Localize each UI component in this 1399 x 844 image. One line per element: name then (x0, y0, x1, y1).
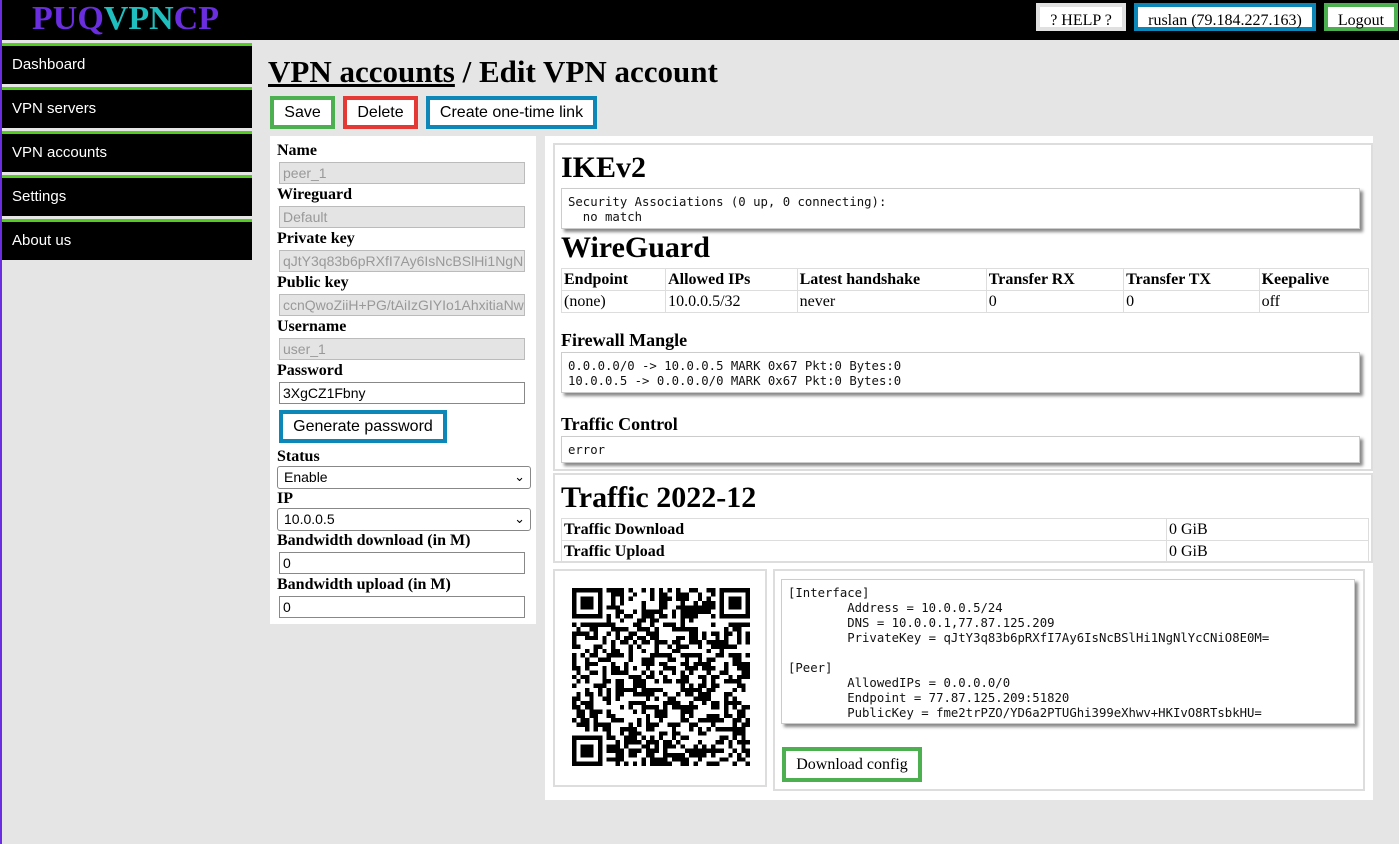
column-header: Latest handshake (796, 268, 987, 291)
user-button[interactable]: ruslan (79.184.227.163) (1134, 3, 1316, 31)
logo[interactable]: PUQVPNCP (32, 0, 219, 38)
column-header: Transfer RX (985, 268, 1125, 291)
bandwidth-upload-field[interactable]: 0 (279, 596, 525, 618)
traffic-download-value: 0 GiB (1166, 518, 1369, 541)
wireguard-table: Endpoint Allowed IPs Latest handshake Tr… (560, 268, 1370, 313)
traffic-control-output: error (561, 436, 1360, 463)
traffic-upload-value: 0 GiB (1166, 540, 1369, 563)
status-label: Status (277, 448, 320, 465)
wireguard-field[interactable]: Default (279, 206, 525, 228)
wireguard-heading: WireGuard (561, 231, 710, 264)
name-field[interactable]: peer_1 (279, 162, 525, 184)
bandwidth-download-field[interactable]: 0 (279, 552, 525, 574)
traffic-download-label: Traffic Download (561, 518, 1167, 541)
table-cell: 10.0.0.5/32 (665, 290, 798, 313)
ikev2-heading: IKEv2 (561, 151, 647, 184)
username-label: Username (277, 318, 347, 335)
create-one-time-link-button[interactable]: Create one-time link (426, 96, 597, 129)
column-header: Keepalive (1258, 268, 1370, 291)
firewall-output: 0.0.0.0/0 -> 10.0.0.5 MARK 0x67 Pkt:0 By… (561, 352, 1360, 393)
sidebar-item-vpn-accounts[interactable]: VPN accounts (2, 131, 252, 172)
sidebar-item-about-us[interactable]: About us (2, 219, 252, 260)
status-select-value: Enable (284, 469, 328, 485)
generate-password-button[interactable]: Generate password (279, 410, 447, 443)
bandwidth-download-label: Bandwidth download (in M) (277, 532, 471, 549)
status-select[interactable]: Enable ⌄ (277, 466, 531, 489)
logo-part2: VPN (103, 0, 174, 37)
table-cell: 0 (985, 290, 1125, 313)
column-header: Allowed IPs (665, 268, 798, 291)
breadcrumb-current: / Edit VPN account (454, 54, 718, 89)
public-key-field[interactable]: ccnQwoZiiH+PG/tAiIzGIYIo1AhxitiaNw (279, 294, 525, 316)
private-key-label: Private key (277, 230, 355, 247)
username-field[interactable]: user_1 (279, 338, 525, 360)
ip-select[interactable]: 10.0.0.5 ⌄ (277, 508, 531, 531)
qr-panel (553, 569, 767, 787)
password-field[interactable]: 3XgCZ1Fbny (279, 382, 525, 404)
column-header: Transfer TX (1123, 268, 1260, 291)
help-button[interactable]: ? HELP ? (1036, 3, 1126, 31)
page-title: VPN accounts / Edit VPN account (268, 54, 718, 90)
sidebar-item-vpn-servers[interactable]: VPN servers (2, 87, 252, 128)
download-config-button[interactable]: Download config (782, 747, 922, 782)
table-cell: never (796, 290, 987, 313)
wireguard-label: Wireguard (277, 186, 352, 203)
logout-button[interactable]: Logout (1324, 3, 1398, 31)
table-cell: (none) (560, 290, 667, 313)
sidebar-item-dashboard[interactable]: Dashboard (2, 43, 252, 84)
config-text: [Interface] Address = 10.0.0.5/24 DNS = … (781, 579, 1355, 724)
table-row: (none) 10.0.0.5/32 never 0 0 off (560, 290, 1370, 313)
sidebar: Dashboard VPN servers VPN accounts Setti… (2, 40, 252, 260)
password-label: Password (277, 362, 343, 379)
qr-code-icon (572, 588, 750, 766)
traffic-table: Traffic Download 0 GiB Traffic Upload 0 … (561, 518, 1369, 563)
firewall-heading: Firewall Mangle (561, 330, 688, 350)
chevron-down-icon: ⌄ (514, 469, 525, 484)
ip-select-value: 10.0.0.5 (284, 511, 335, 527)
delete-button[interactable]: Delete (343, 96, 418, 129)
table-cell: 0 (1123, 290, 1260, 313)
public-key-label: Public key (277, 274, 349, 291)
traffic-heading: Traffic 2022-12 (561, 481, 757, 514)
account-form: Name peer_1 Wireguard Default Private ke… (270, 136, 536, 624)
traffic-control-heading: Traffic Control (561, 414, 678, 434)
table-row: Traffic Upload 0 GiB (561, 540, 1369, 563)
name-label: Name (277, 142, 317, 159)
status-panel: IKEv2 Security Associations (0 up, 0 con… (553, 143, 1373, 471)
save-button[interactable]: Save (270, 96, 335, 129)
table-header-row: Endpoint Allowed IPs Latest handshake Tr… (560, 268, 1370, 291)
chevron-down-icon: ⌄ (514, 511, 525, 526)
column-header: Endpoint (560, 268, 667, 291)
bandwidth-upload-label: Bandwidth upload (in M) (277, 576, 451, 593)
traffic-panel: Traffic 2022-12 Traffic Download 0 GiB T… (553, 473, 1373, 563)
table-row: Traffic Download 0 GiB (561, 518, 1369, 541)
sidebar-item-settings[interactable]: Settings (2, 175, 252, 216)
private-key-field[interactable]: qJtY3q83b6pRXfI7Ay6IsNcBSlHi1NgNlYcCNiO8… (279, 250, 525, 272)
ip-label: IP (277, 490, 293, 507)
logo-part1: PUQ (32, 0, 104, 37)
logo-part3: CP (173, 0, 219, 37)
breadcrumb-vpn-accounts-link[interactable]: VPN accounts (268, 54, 455, 89)
top-bar: PUQVPNCP ? HELP ? ruslan (79.184.227.163… (2, 0, 1399, 40)
config-panel: [Interface] Address = 10.0.0.5/24 DNS = … (773, 569, 1365, 791)
table-cell: off (1258, 290, 1370, 313)
ikev2-output: Security Associations (0 up, 0 connectin… (561, 188, 1360, 229)
traffic-upload-label: Traffic Upload (561, 540, 1167, 563)
